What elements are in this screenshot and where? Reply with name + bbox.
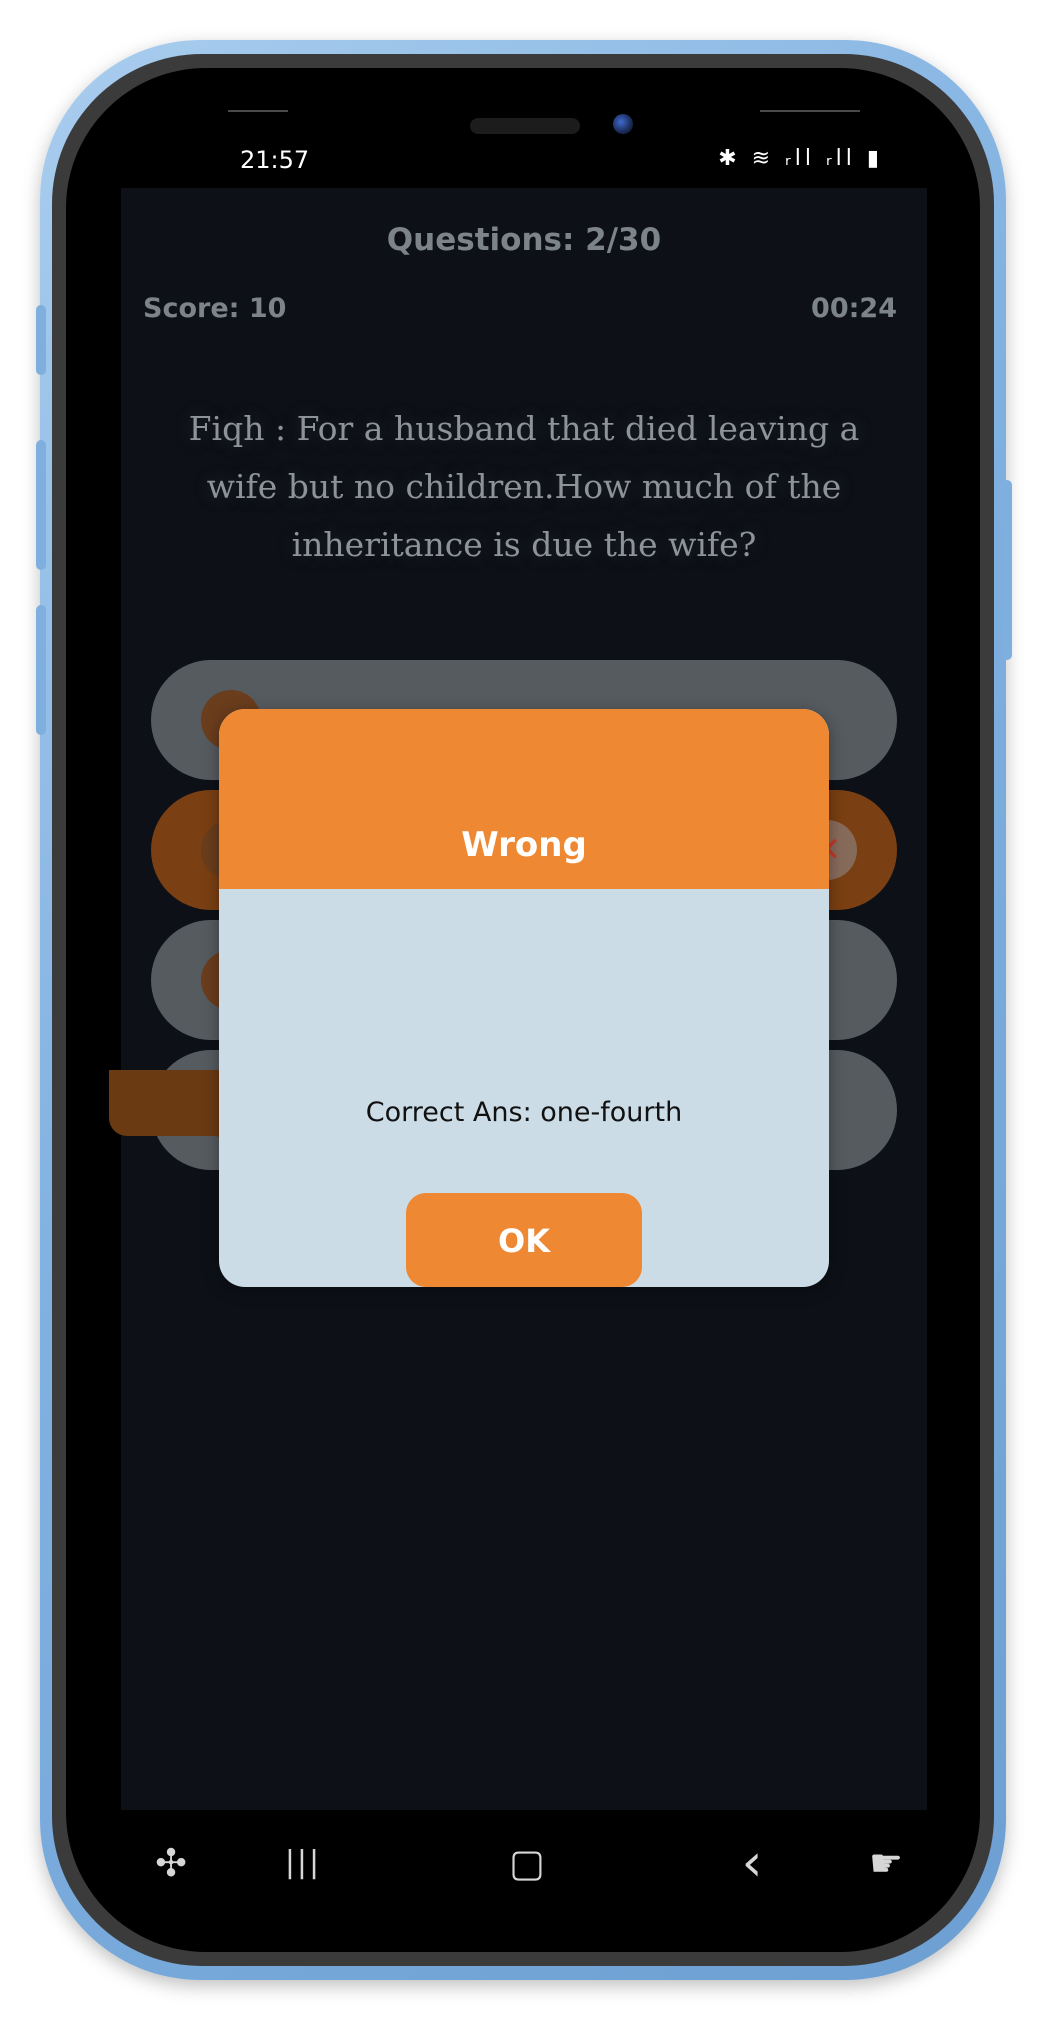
status-time: 21:57 [240, 146, 310, 174]
dialog-title: Wrong [461, 825, 587, 865]
status-icons: ✱ ≋ ᵣll ᵣll ▮ [718, 146, 883, 171]
result-dialog: Wrong Correct Ans: one-fourth OK [219, 709, 829, 1287]
correct-answer-message: Correct Ans: one-fourth [365, 1097, 683, 1128]
ok-button[interactable]: OK [406, 1193, 642, 1287]
timer-label: 00:24 [811, 293, 897, 324]
front-camera [613, 114, 633, 134]
home-icon[interactable]: ▢ [497, 1838, 557, 1888]
score-label: Score: 10 [143, 293, 287, 324]
question-text: Fiqh : For a husband that died leaving a… [188, 409, 860, 564]
recents-icon[interactable]: ||| [273, 1838, 333, 1888]
top-edge-line-right [760, 110, 860, 112]
back-icon[interactable]: ‹ [722, 1837, 782, 1889]
assistant-icon[interactable]: ☛ [856, 1838, 916, 1888]
side-button-bixby [36, 605, 46, 735]
side-button-power [1002, 480, 1012, 660]
game-launcher-icon[interactable]: ✣ [141, 1838, 201, 1888]
side-button-volume-down [36, 440, 46, 570]
top-edge-line-left [228, 110, 288, 112]
device-mockup: 21:57 ✱ ≋ ᵣll ᵣll ▮ Questions: 2/30 Scor… [0, 0, 1048, 2025]
question-counter: Questions: 2/30 [386, 222, 662, 258]
system-nav-bar: ✣ ||| ▢ ‹ ☛ [121, 1810, 927, 1914]
earpiece-speaker [470, 118, 580, 134]
side-button-volume-up [36, 305, 46, 375]
